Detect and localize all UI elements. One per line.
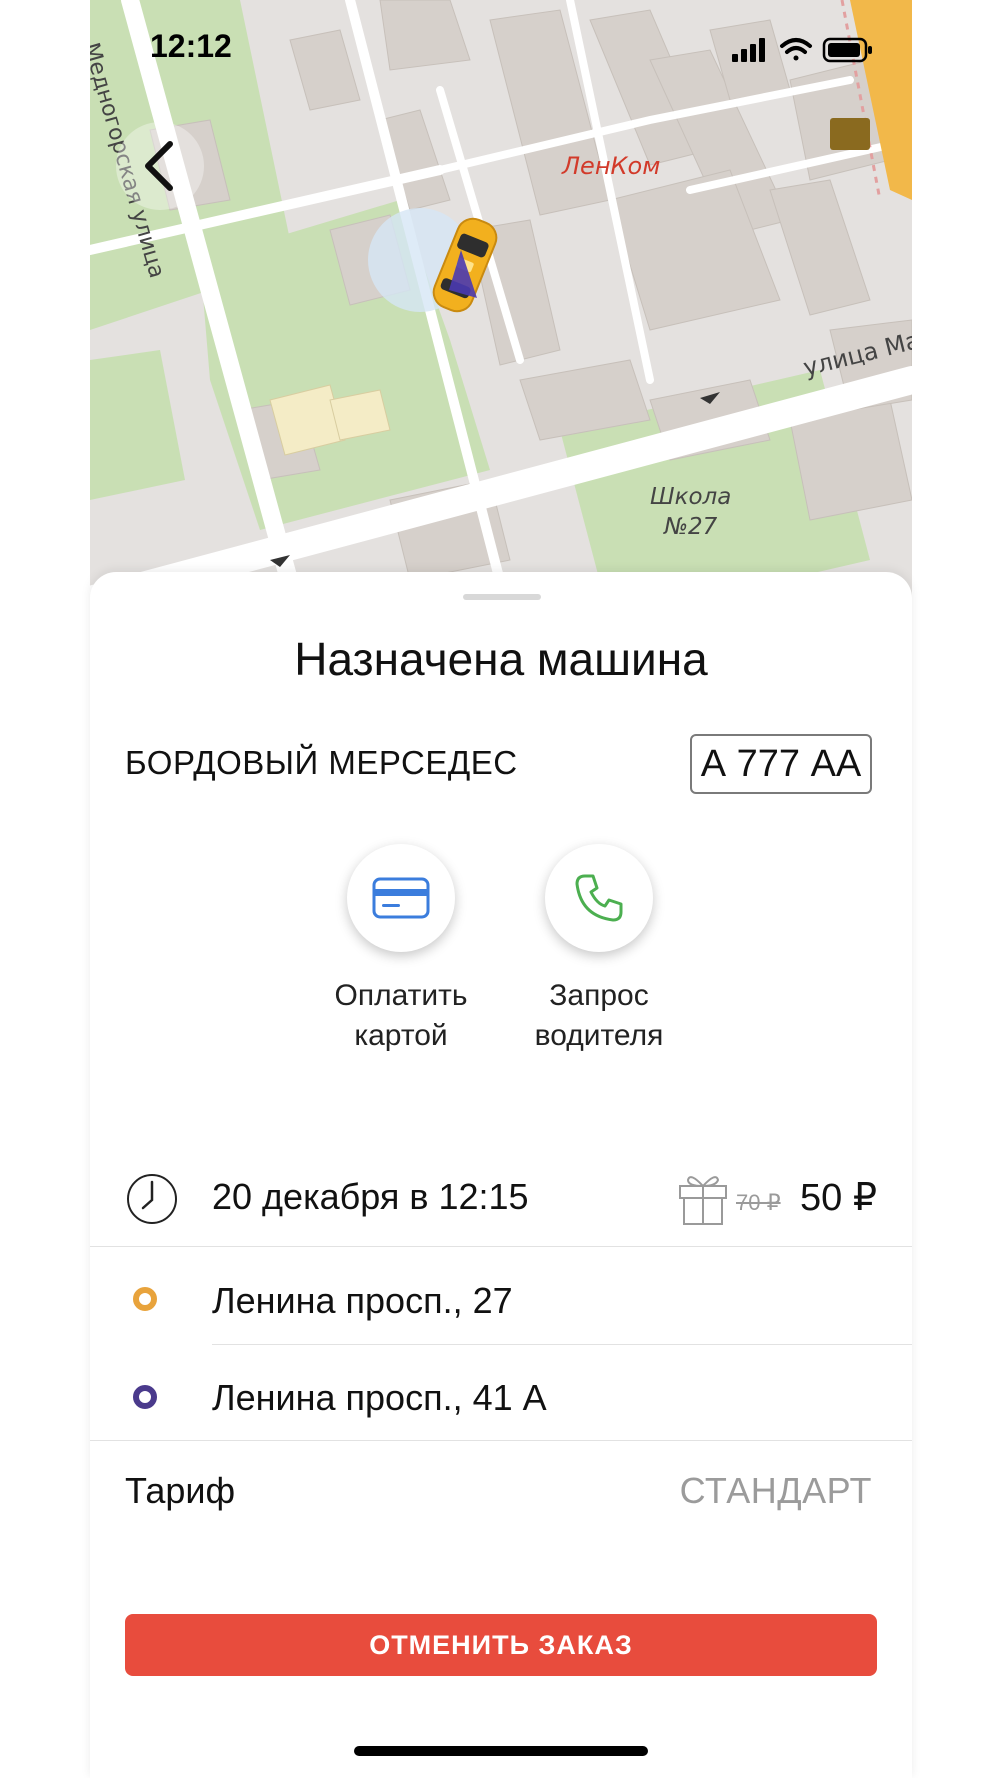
status-indicators	[732, 37, 872, 63]
call-driver-label-line1: Запрос	[549, 979, 649, 1012]
destination-marker-icon	[133, 1385, 157, 1409]
credit-card-icon	[372, 877, 430, 919]
sheet-grabber[interactable]	[463, 594, 541, 600]
phone-icon	[575, 874, 623, 922]
tariff-label: Тариф	[125, 1470, 236, 1511]
home-indicator	[354, 1746, 648, 1756]
pay-by-card-action[interactable]: Оплатить картой	[301, 844, 501, 1056]
pay-by-card-label: Оплатить картой	[301, 976, 501, 1056]
route-from[interactable]: Ленина просп., 27	[212, 1280, 513, 1322]
taxi-car-icon	[432, 217, 498, 313]
map-view[interactable]: Медногорская улица улица Ма ЛенКом Школа…	[90, 0, 912, 620]
price-old: 70 ₽	[736, 1190, 781, 1215]
chevron-left-icon	[145, 141, 173, 191]
pay-by-card-label-line2: картой	[354, 1019, 448, 1052]
map-school-line2: №27	[664, 514, 718, 540]
license-plate: А 777 АА	[690, 734, 872, 794]
order-datetime: 20 декабря в 12:15	[212, 1176, 529, 1217]
map-poi-school: Школа №27	[650, 482, 731, 542]
origin-marker-icon	[133, 1287, 157, 1311]
car-description: БОРДОВЫЙ МЕРСЕДЕС	[125, 744, 518, 781]
cancel-order-button[interactable]: ОТМЕНИТЬ ЗАКАЗ	[125, 1614, 877, 1676]
wifi-icon	[780, 38, 812, 61]
map-school-line1: Школа	[650, 484, 732, 510]
call-driver-action[interactable]: Запрос водителя	[499, 844, 699, 1056]
order-sheet: Назначена машина БОРДОВЫЙ МЕРСЕДЕС А 777…	[90, 572, 912, 1778]
battery-icon	[822, 37, 872, 63]
gift-icon	[679, 1176, 727, 1225]
call-driver-button[interactable]	[545, 844, 653, 952]
map-poi-lenkom: ЛенКом	[562, 152, 661, 180]
tariff-value[interactable]: СТАНДАРТ	[680, 1470, 872, 1512]
pay-by-card-button[interactable]	[347, 844, 455, 952]
divider-time	[90, 1246, 912, 1247]
call-driver-label: Запрос водителя	[499, 976, 699, 1056]
clock-icon	[127, 1174, 177, 1224]
divider-destination	[90, 1440, 912, 1441]
status-time: 12:12	[150, 28, 232, 64]
back-button[interactable]	[116, 122, 204, 210]
route-to[interactable]: Ленина просп., 41 А	[212, 1377, 547, 1419]
call-driver-label-line2: водителя	[534, 1019, 664, 1052]
price-new: 50 ₽	[800, 1177, 878, 1219]
pay-by-card-label-line1: Оплатить	[334, 979, 468, 1012]
sheet-title: Назначена машина	[294, 633, 708, 685]
divider-route	[212, 1344, 912, 1345]
signal-icon	[732, 38, 765, 62]
